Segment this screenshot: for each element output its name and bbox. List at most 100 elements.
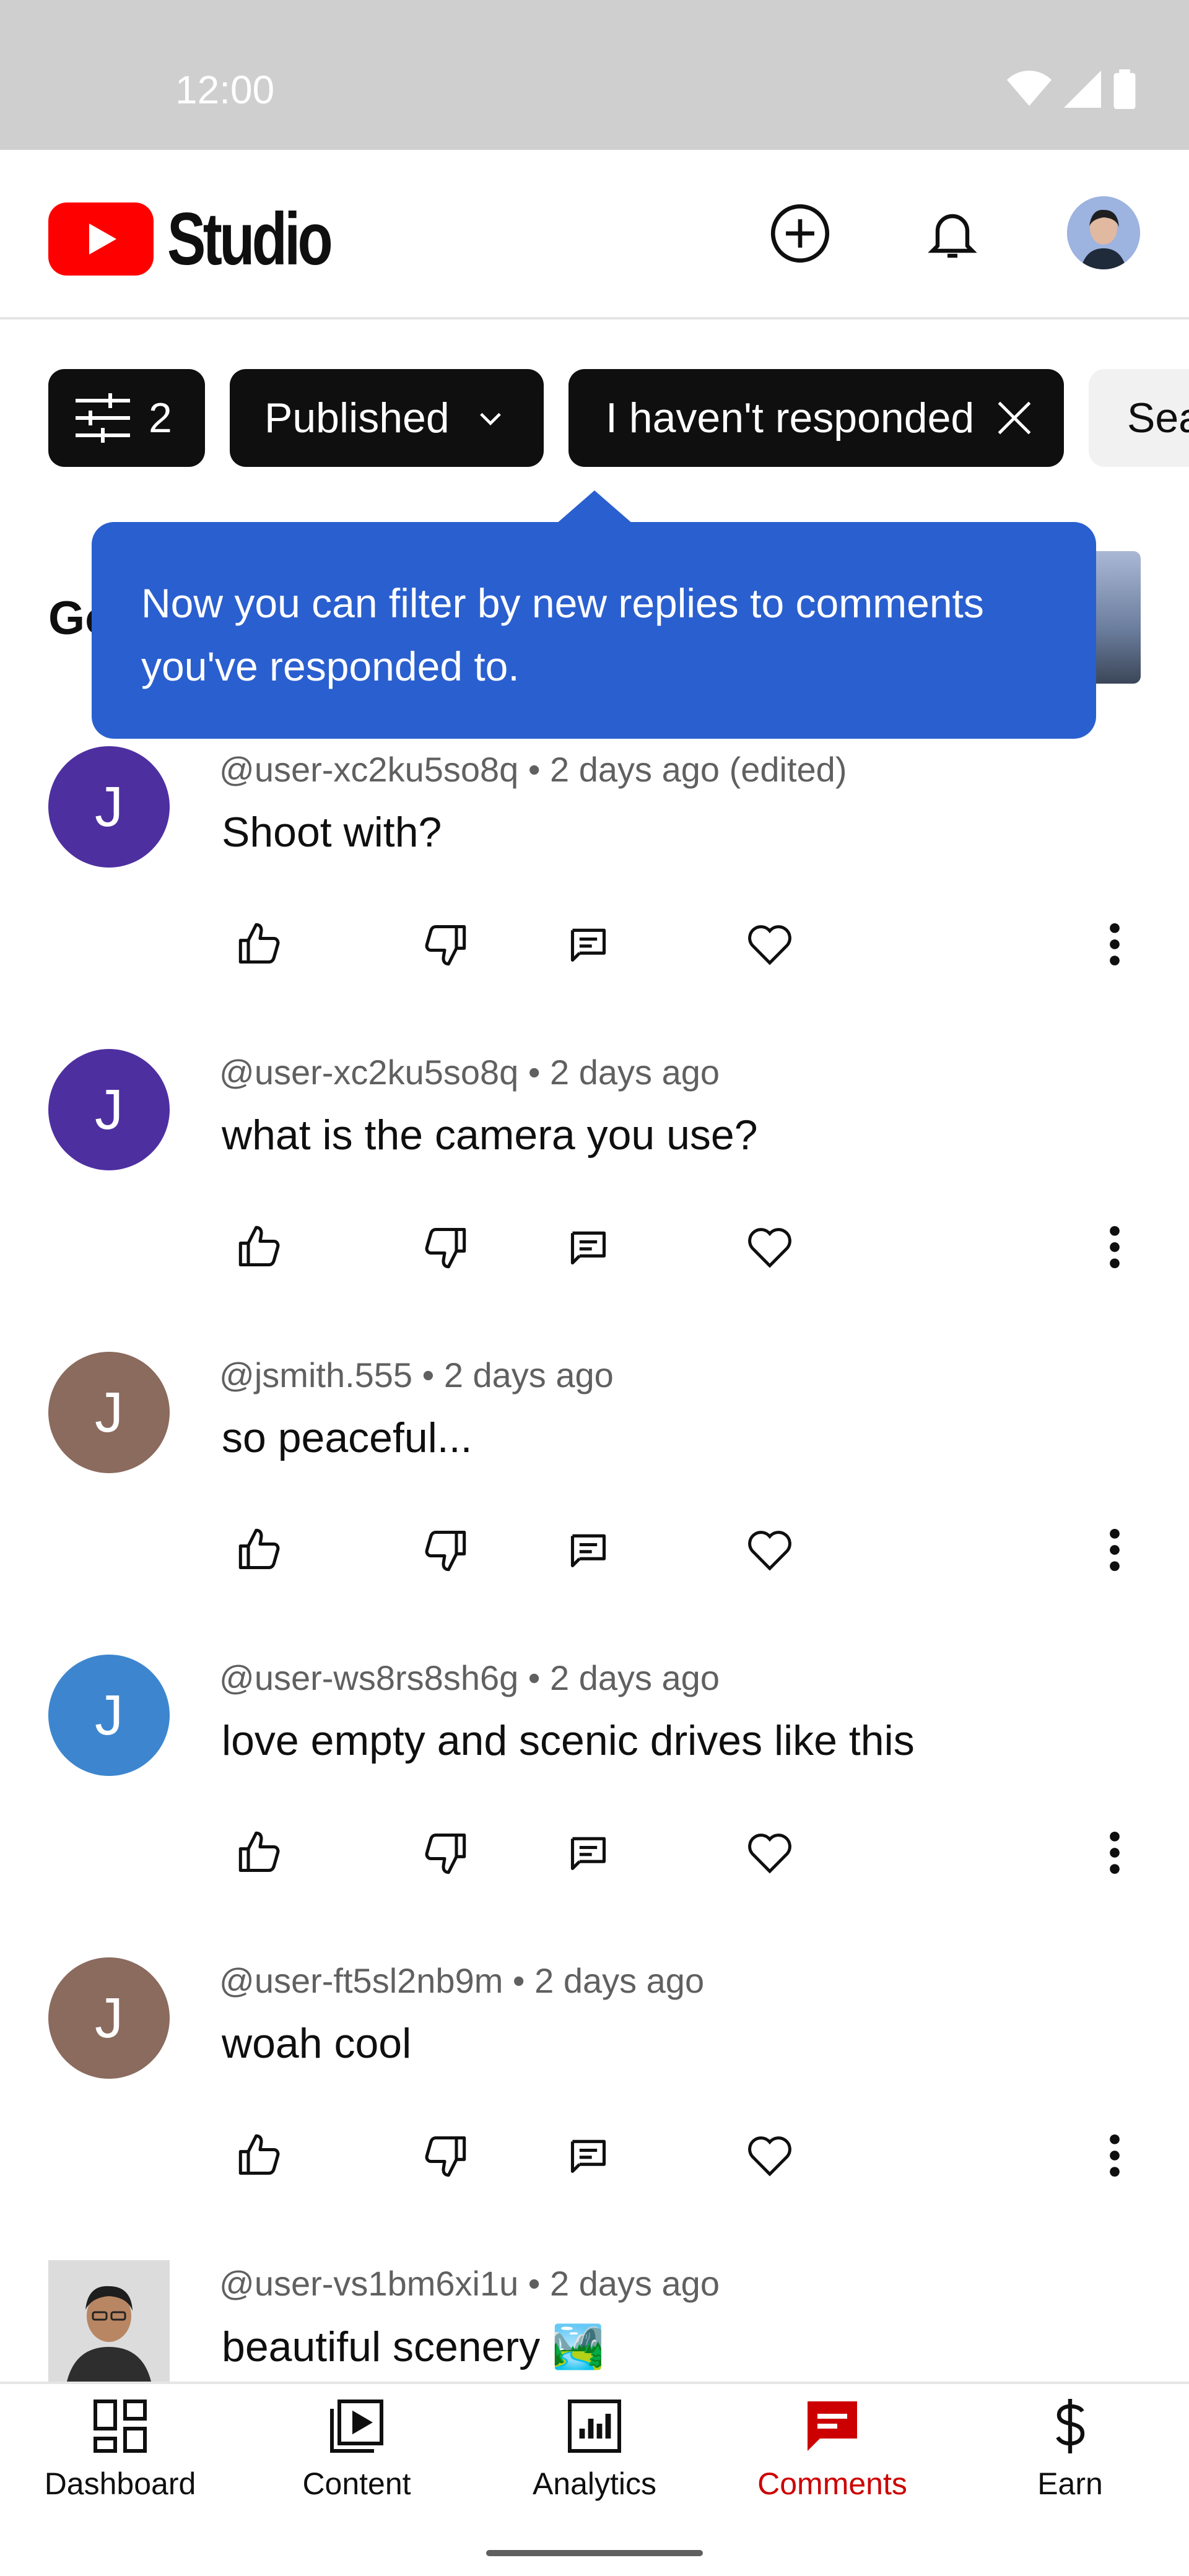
tune-sliders-icon [76,393,130,443]
not-responded-chip[interactable]: I haven't responded [568,369,1064,467]
commenter-avatar[interactable] [48,2260,170,2382]
commenter-avatar[interactable]: J [48,1352,170,1473]
thumbs-down-icon [425,925,466,966]
comment-item[interactable]: J @user-ws8rs8sh6g • 2 days ago love emp… [0,1655,1189,1957]
comment-text: woah cool [222,2020,412,2067]
comment-meta: @user-vs1bm6xi1u • 2 days ago [219,2264,720,2303]
heart-button[interactable] [733,1816,807,1890]
heart-button[interactable] [733,1210,807,1284]
filter-chips: 2 Published I haven't responded Sea [48,369,1189,467]
comment-author[interactable]: @user-vs1bm6xi1u [219,2264,518,2303]
nav-analytics[interactable]: Analytics [476,2396,713,2520]
comment-actions [0,1513,1189,1587]
dislike-button[interactable] [407,1513,482,1587]
search-chip[interactable]: Sea [1089,369,1189,467]
reply-comment-icon [570,928,606,962]
comment-author[interactable]: @user-xc2ku5so8q [219,750,518,789]
like-button[interactable] [223,1816,297,1890]
status-time: 12:00 [175,67,275,112]
nav-dashboard[interactable]: Dashboard [1,2396,239,2520]
notifications-button[interactable] [918,199,986,268]
avatar-initial: J [95,1986,123,2050]
dislike-button[interactable] [407,1210,482,1284]
commenter-avatar[interactable]: J [48,1049,170,1170]
nav-earn[interactable]: Earn [951,2396,1189,2520]
comment-author[interactable]: @user-ws8rs8sh6g [219,1658,518,1697]
thumbs-up-icon [238,923,280,964]
reply-button[interactable] [551,1210,625,1284]
filter-count: 2 [149,394,172,442]
comment-actions [0,1210,1189,1284]
heart-button[interactable] [733,907,807,981]
reply-button[interactable] [551,2118,625,2193]
comment-author[interactable]: @user-xc2ku5so8q [219,1053,518,1092]
comment-text: what is the camera you use? [222,1112,758,1159]
heart-icon [748,1228,791,1268]
nav-content[interactable]: Content [238,2396,476,2520]
more-options-button[interactable] [1078,907,1152,981]
avatar-initial: J [95,775,123,838]
heart-icon [748,925,791,965]
signal-icon [1064,71,1101,108]
avatar-initial: J [95,1380,123,1444]
comment-meta: @user-ws8rs8sh6g • 2 days ago [219,1658,720,1697]
more-vert-icon [1110,1831,1120,1874]
wifi-icon [1007,71,1052,106]
published-chip[interactable]: Published [230,369,544,467]
bottom-navigation: Dashboard Content Analytics Comments Ear… [0,2382,1189,2531]
dashboard-icon [94,2400,147,2453]
more-options-button[interactable] [1078,1816,1152,1890]
filter-settings-chip[interactable]: 2 [48,369,205,467]
reply-button[interactable] [551,1513,625,1587]
not-responded-label: I haven't responded [606,394,975,442]
more-options-button[interactable] [1078,1513,1152,1587]
close-icon[interactable] [991,395,1037,441]
like-button[interactable] [223,1513,297,1587]
nav-comments[interactable]: Comments [713,2396,951,2520]
youtube-studio-logo[interactable]: Studio [48,196,376,282]
create-button[interactable] [766,199,834,268]
video-thumbnail[interactable] [1096,551,1141,684]
dislike-button[interactable] [407,2118,482,2193]
like-button[interactable] [223,2118,297,2193]
comment-item[interactable]: J @user-xc2ku5so8q • 2 days ago what is … [0,1049,1189,1352]
comment-author[interactable]: @user-ft5sl2nb9m [219,1961,503,2000]
dislike-button[interactable] [407,907,482,981]
like-button[interactable] [223,907,297,981]
comments-icon [808,2401,857,2451]
comment-meta: @user-ft5sl2nb9m • 2 days ago [219,1961,705,2000]
commenter-avatar[interactable]: J [48,1957,170,2079]
more-options-button[interactable] [1078,1210,1152,1284]
commenter-avatar[interactable]: J [48,746,170,868]
commenter-avatar[interactable]: J [48,1655,170,1776]
more-vert-icon [1110,2134,1120,2177]
feature-tooltip[interactable]: Now you can filter by new replies to com… [92,522,1096,739]
comment-item[interactable]: J @jsmith.555 • 2 days ago so peaceful..… [0,1352,1189,1655]
reply-comment-icon [570,2139,606,2174]
comment-meta: @user-xc2ku5so8q • 2 days ago (edited) [219,750,847,789]
reply-button[interactable] [551,907,625,981]
profile-photo-icon [1067,196,1140,269]
heart-button[interactable] [733,1513,807,1587]
comment-time: 2 days ago [550,1053,720,1092]
thumbs-down-icon [425,1833,466,1874]
nav-dashboard-label: Dashboard [44,2466,196,2501]
like-button[interactable] [223,1210,297,1284]
heart-button[interactable] [733,2118,807,2193]
reply-button[interactable] [551,1816,625,1890]
reply-comment-icon [570,1231,606,1265]
chevron-down-icon [479,412,501,426]
status-bar: 12:00 [0,0,1189,150]
comment-text: Shoot with? [222,809,442,856]
more-options-button[interactable] [1078,2118,1152,2193]
comment-actions [0,2118,1189,2193]
comment-item[interactable]: J @user-ft5sl2nb9m • 2 days ago woah coo… [0,1957,1189,2260]
dislike-button[interactable] [407,1816,482,1890]
comment-actions [0,1816,1189,1890]
comment-meta: @jsmith.555 • 2 days ago [219,1355,614,1395]
comment-author[interactable]: @jsmith.555 [219,1355,412,1395]
home-indicator[interactable] [486,2550,703,2556]
app-name: Studio [167,198,333,281]
comment-item[interactable]: J @user-xc2ku5so8q • 2 days ago (edited)… [0,746,1189,1049]
account-avatar[interactable] [1067,196,1140,269]
